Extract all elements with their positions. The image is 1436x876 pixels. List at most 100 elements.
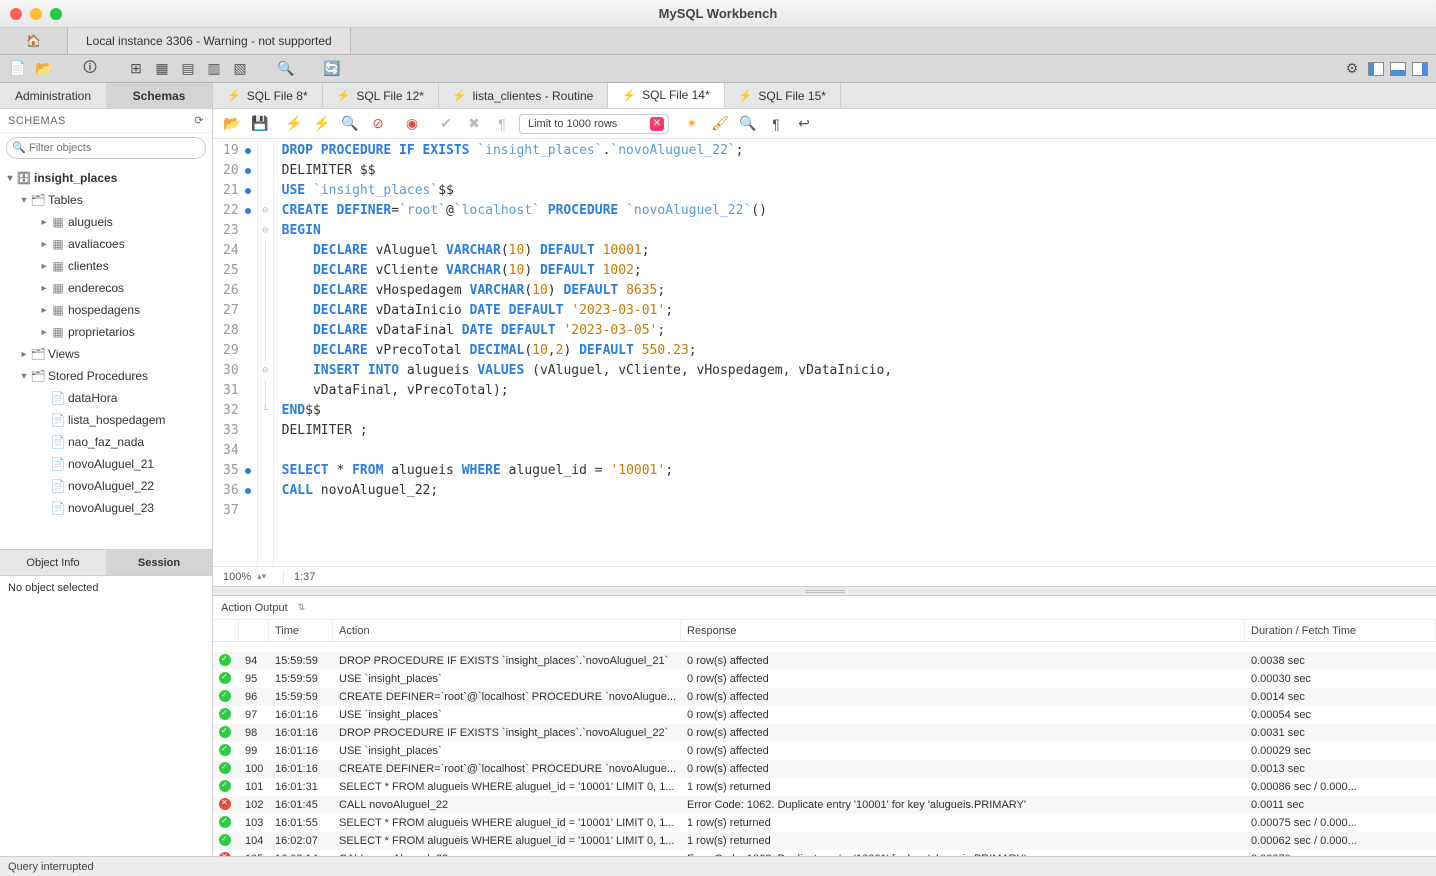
toggle-left-pane-button[interactable] (1368, 62, 1384, 76)
tree-item-datahora[interactable]: 📄dataHora (0, 387, 212, 409)
sql-editor[interactable]: 19202122232425262728293031323334353637 ⊖… (213, 139, 1436, 566)
no-object-selected-label: No object selected (0, 576, 212, 856)
wrap-icon[interactable]: ↩ (793, 113, 815, 135)
output-row[interactable]: 9816:01:16DROP PROCEDURE IF EXISTS `insi… (213, 724, 1436, 742)
tree-item-views[interactable]: ▸🗂Views (0, 343, 212, 365)
tree-item-novoaluguel-23[interactable]: 📄novoAluguel_23 (0, 497, 212, 519)
tree-item-hospedagens[interactable]: ▸▦hospedagens (0, 299, 212, 321)
create-table-icon[interactable]: ▦ (152, 59, 172, 79)
expand-arrow-icon[interactable]: ▸ (38, 283, 50, 294)
connection-tab-label: Local instance 3306 - Warning - not supp… (86, 34, 332, 48)
tree-item-avaliacoes[interactable]: ▸▦avaliacoes (0, 233, 212, 255)
editor-tab[interactable]: ⚡SQL File 15* (725, 83, 841, 108)
minimize-window-button[interactable] (30, 8, 42, 20)
execute-icon[interactable]: ⚡ (283, 113, 305, 135)
sidebar-tab-administration[interactable]: Administration (0, 83, 106, 109)
expand-arrow-icon[interactable]: ▸ (38, 239, 50, 250)
find-icon[interactable]: 🔍 (737, 113, 759, 135)
editor-tab[interactable]: ⚡lista_clientes - Routine (439, 83, 608, 108)
inspector-icon[interactable]: 🛈 (80, 59, 100, 79)
output-row[interactable]: 10316:01:55SELECT * FROM alugueis WHERE … (213, 814, 1436, 832)
tree-item-insight-places[interactable]: ▾🗄insight_places (0, 167, 212, 189)
vertical-splitter[interactable] (213, 586, 1436, 596)
create-schema-icon[interactable]: ⊞ (126, 59, 146, 79)
rollback-icon[interactable]: ✖ (463, 113, 485, 135)
tree-item-enderecos[interactable]: ▸▦enderecos (0, 277, 212, 299)
create-function-icon[interactable]: ▧ (230, 59, 250, 79)
expand-arrow-icon[interactable]: ▸ (38, 327, 50, 338)
stop-icon[interactable]: ⊘ (367, 113, 389, 135)
search-table-data-icon[interactable]: 🔍 (276, 59, 296, 79)
output-row[interactable]: 9615:59:59CREATE DEFINER=`root`@`localho… (213, 688, 1436, 706)
expand-arrow-icon[interactable]: ▸ (38, 305, 50, 316)
beautify-icon[interactable]: ✴ (681, 113, 703, 135)
expand-arrow-icon[interactable]: ▸ (38, 261, 50, 272)
search-icon: 🔍 (12, 141, 26, 154)
open-sql-file-icon[interactable]: 📂 (34, 59, 54, 79)
connection-tab[interactable]: Local instance 3306 - Warning - not supp… (68, 28, 351, 54)
open-file-icon[interactable]: 📂 (221, 113, 243, 135)
row-limit-select[interactable]: Limit to 1000 rows ✕ (519, 114, 669, 134)
output-row[interactable]: 10016:01:16CREATE DEFINER=`root`@`localh… (213, 760, 1436, 778)
table-icon: ▦ (50, 325, 66, 339)
create-view-icon[interactable]: ▤ (178, 59, 198, 79)
code-area[interactable]: DROP PROCEDURE IF EXISTS `insight_places… (274, 139, 901, 566)
success-icon (219, 834, 231, 846)
toggle-whitespace-icon[interactable]: ¶ (491, 113, 513, 135)
zoom-window-button[interactable] (50, 8, 62, 20)
execute-current-icon[interactable]: ⚡ (311, 113, 333, 135)
expand-arrow-icon[interactable]: ▸ (38, 217, 50, 228)
toggle-right-pane-button[interactable] (1412, 62, 1428, 76)
toggle-bottom-pane-button[interactable] (1390, 62, 1406, 76)
editor-tab[interactable]: ⚡SQL File 12* (323, 83, 439, 108)
create-procedure-icon[interactable]: ▥ (204, 59, 224, 79)
clear-limit-icon[interactable]: ✕ (650, 117, 664, 131)
schema-filter-input[interactable] (6, 137, 206, 159)
save-file-icon[interactable]: 💾 (249, 113, 271, 135)
proc-icon: 📄 (50, 435, 66, 449)
col-number (239, 620, 269, 641)
output-row[interactable]: 10416:02:07SELECT * FROM alugueis WHERE … (213, 832, 1436, 850)
invisible-chars-icon[interactable]: ¶ (765, 113, 787, 135)
sidebar-tabs: AdministrationSchemas (0, 83, 212, 109)
editor-tab[interactable]: ⚡SQL File 8* (213, 83, 323, 108)
sidebar-tab-schemas[interactable]: Schemas (106, 83, 212, 109)
settings-icon[interactable]: ⚙ (1342, 59, 1362, 79)
schemas-header: SCHEMAS ⟳ (0, 109, 212, 133)
tree-item-stored-procedures[interactable]: ▾🗂Stored Procedures (0, 365, 212, 387)
tree-item-alugueis[interactable]: ▸▦alugueis (0, 211, 212, 233)
output-type-select[interactable]: Action Output ⇅ (221, 602, 305, 614)
home-tab[interactable]: 🏠 (0, 28, 68, 54)
tree-item-clientes[interactable]: ▸▦clientes (0, 255, 212, 277)
tree-item-novoaluguel-21[interactable]: 📄novoAluguel_21 (0, 453, 212, 475)
expand-arrow-icon[interactable]: ▸ (18, 349, 30, 360)
toggle-autocommit-icon[interactable]: ◉ (401, 113, 423, 135)
output-row[interactable]: 9916:01:16USE `insight_places`0 row(s) a… (213, 742, 1436, 760)
zoom-stepper-icon[interactable]: ▴▾ (257, 571, 266, 582)
brush-icon[interactable]: 🖌 (709, 113, 731, 135)
tree-item-proprietarios[interactable]: ▸▦proprietarios (0, 321, 212, 343)
sidebar-bottom-tab-object-info[interactable]: Object Info (0, 550, 106, 576)
expand-arrow-icon[interactable]: ▾ (18, 195, 30, 206)
output-row[interactable]: 9415:59:59DROP PROCEDURE IF EXISTS `insi… (213, 652, 1436, 670)
explain-icon[interactable]: 🔍 (339, 113, 361, 135)
new-sql-tab-icon[interactable]: 📄 (8, 59, 28, 79)
refresh-schemas-icon[interactable]: ⟳ (194, 114, 204, 127)
commit-icon[interactable]: ✔ (435, 113, 457, 135)
expand-arrow-icon[interactable]: ▾ (18, 371, 30, 382)
reconnect-icon[interactable]: 🔄 (322, 59, 342, 79)
tree-item-lista-hospedagem[interactable]: 📄lista_hospedagem (0, 409, 212, 431)
output-row[interactable]: 10216:01:45CALL novoAluguel_22Error Code… (213, 796, 1436, 814)
output-row[interactable]: 10116:01:31SELECT * FROM alugueis WHERE … (213, 778, 1436, 796)
output-row[interactable]: 9716:01:16USE `insight_places`0 row(s) a… (213, 706, 1436, 724)
output-row[interactable]: 9515:59:59USE `insight_places`0 row(s) a… (213, 670, 1436, 688)
sidebar-bottom-tab-session[interactable]: Session (106, 550, 212, 576)
close-window-button[interactable] (10, 8, 22, 20)
tree-item-novoaluguel-22[interactable]: 📄novoAluguel_22 (0, 475, 212, 497)
window-controls (0, 8, 62, 20)
editor-tab[interactable]: ⚡SQL File 14* (608, 83, 724, 108)
tree-item-nao-faz-nada[interactable]: 📄nao_faz_nada (0, 431, 212, 453)
output-row[interactable]: 10516:02:14CALL novoAluguel_22Error Code… (213, 850, 1436, 856)
tree-item-tables[interactable]: ▾🗂Tables (0, 189, 212, 211)
expand-arrow-icon[interactable]: ▾ (4, 173, 16, 184)
